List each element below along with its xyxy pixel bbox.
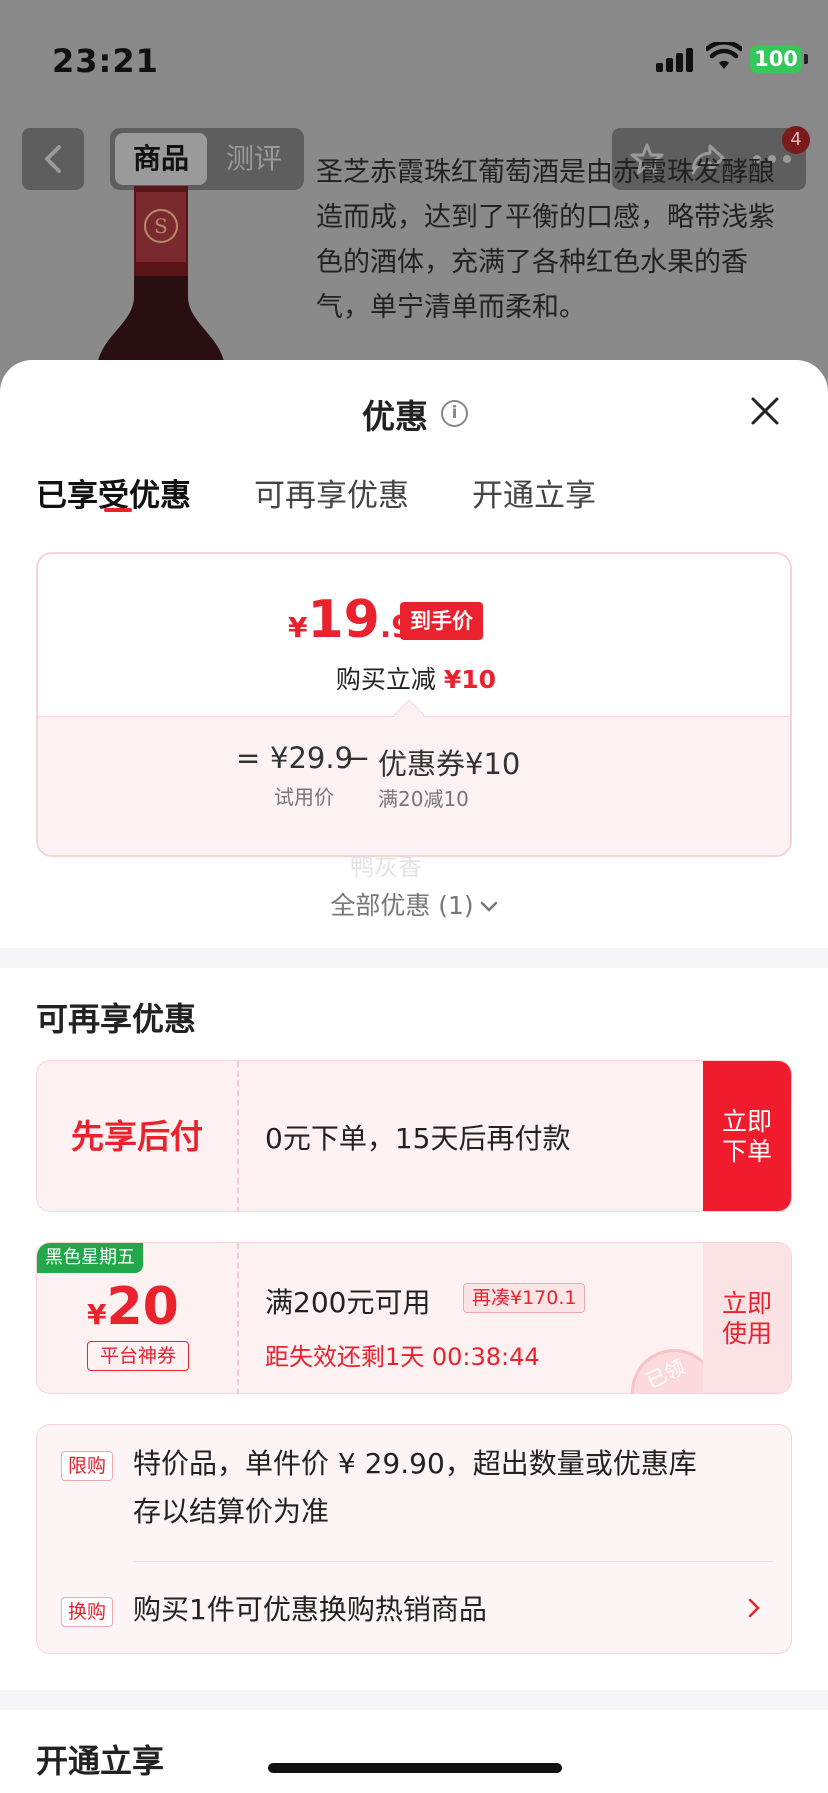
limit-tag: 限购 <box>61 1451 114 1481</box>
back-button[interactable] <box>22 128 84 190</box>
reduce-amount: ¥10 <box>443 665 497 694</box>
final-price-tag: 到手价 <box>400 602 483 640</box>
limit-text-line1: 特价品，单件价 ¥ 29.90，超出数量或优惠库 <box>133 1447 697 1480</box>
black-friday-badge: 黑色星期五 <box>37 1243 143 1273</box>
tab-underline <box>104 508 132 512</box>
formula-minus: − <box>346 741 371 775</box>
order-now-button[interactable]: 立即 下单 <box>703 1061 791 1211</box>
use-now-button[interactable]: 立即 使用 <box>703 1243 791 1393</box>
tab-product[interactable]: 商品 <box>115 133 207 185</box>
pay-later-label: 先享后付 <box>37 1061 239 1211</box>
chevron-left-icon <box>45 145 61 173</box>
watermark: 鸭灰香 <box>350 853 422 881</box>
chevron-down-icon <box>480 901 497 912</box>
sheet-title: 优惠 <box>362 397 428 436</box>
close-icon[interactable] <box>750 396 780 426</box>
section-divider <box>0 948 828 968</box>
rule-separator <box>133 1561 773 1562</box>
still-need-badge: 再凑¥170.1 <box>463 1283 586 1313</box>
use-now-line1: 立即 <box>721 1289 772 1318</box>
chevron-right-icon <box>748 1598 760 1618</box>
final-price: ¥19.9 <box>288 590 412 650</box>
instant-reduce: 购买立减 ¥10 <box>38 660 790 696</box>
exchange-tag: 换购 <box>61 1597 114 1627</box>
svg-text:S: S <box>154 214 168 238</box>
product-description: 圣芝赤霞珠红葡萄酒是由赤霞珠发酵酿造而成，达到了平衡的口感，略带浅紫色的酒体，充… <box>316 157 775 323</box>
tab-open-now[interactable]: 开通立享 <box>472 470 596 515</box>
background-page: 23:21 100 商品 测评 4 S 圣芝赤霞珠红葡萄酒是由赤霞珠发酵酿造而成… <box>0 0 828 400</box>
tab-more-offers[interactable]: 可再享优惠 <box>254 470 409 515</box>
battery-icon: 100 <box>750 45 808 73</box>
section-divider <box>0 1690 828 1710</box>
formula-coupon: 优惠券¥10 <box>378 747 521 781</box>
home-indicator <box>268 1763 562 1773</box>
pay-later-card: 先享后付 0元下单，15天后再付款 立即 下单 <box>36 1060 792 1212</box>
platform-coupon-card: ¥20 平台神券 黑色星期五 满200元可用 再凑¥170.1 距失效还剩1天 … <box>36 1242 792 1394</box>
all-offers-label: 全部优惠 (1) <box>330 891 474 920</box>
coupon-amount: ¥20 <box>87 1277 179 1337</box>
formula-trial-price: ¥29.9 <box>270 741 354 775</box>
purchase-rules-card: 限购 特价品，单件价 ¥ 29.90，超出数量或优惠库 存以结算价为准 换购 购… <box>36 1424 792 1654</box>
status-bar: 23:21 100 <box>0 0 828 120</box>
coupon-countdown: 距失效还剩1天 00:38:44 <box>265 1343 540 1371</box>
coupon-currency: ¥ <box>87 1298 107 1331</box>
trial-price-label: 试用价 <box>274 785 334 809</box>
info-icon[interactable]: i <box>441 400 468 427</box>
wifi-icon <box>706 42 742 69</box>
limit-text-line2: 存以结算价为准 <box>133 1495 330 1528</box>
price-integer: 19 <box>307 590 380 650</box>
sheet-header: 优惠 i <box>0 390 828 446</box>
order-now-line1: 立即 <box>721 1107 772 1136</box>
signal-icon <box>656 46 696 72</box>
offer-tabs: 已享受优惠 可再享优惠 开通立享 <box>0 470 828 526</box>
segment-control: 商品 测评 <box>110 128 304 190</box>
price-breakdown: = ¥29.9 − 优惠券¥10 试用价 满20减10 <box>38 716 790 855</box>
price-currency: ¥ <box>288 611 308 644</box>
platform-coupon-tag: 平台神券 <box>87 1341 189 1371</box>
coupon-condition-text: 满200元可用 <box>265 1286 431 1319</box>
reduce-label: 购买立减 <box>335 665 436 694</box>
all-offers-toggle[interactable]: 全部优惠 (1) <box>0 886 828 922</box>
pay-later-text: 0元下单，15天后再付款 <box>265 1122 571 1155</box>
offers-sheet: 优惠 i 已享受优惠 可再享优惠 开通立享 ¥19.9 到手价 购买立减 ¥10… <box>0 360 828 1793</box>
formula-equals: = <box>236 741 261 775</box>
enjoyed-price-card: ¥19.9 到手价 购买立减 ¥10 = ¥29.9 − 优惠券¥10 试用价 … <box>36 552 792 857</box>
tab-review[interactable]: 测评 <box>208 133 300 185</box>
order-now-line2: 下单 <box>721 1137 772 1166</box>
open-now-title: 开通立享 <box>36 1742 165 1780</box>
status-time: 23:21 <box>52 42 159 80</box>
more-offers-title: 可再享优惠 <box>36 1000 197 1038</box>
coupon-condition: 满20减10 <box>378 787 469 811</box>
use-now-line2: 使用 <box>721 1319 772 1348</box>
coupon-value: 20 <box>106 1277 179 1337</box>
exchange-text: 购买1件可优惠换购热销商品 <box>133 1593 487 1626</box>
